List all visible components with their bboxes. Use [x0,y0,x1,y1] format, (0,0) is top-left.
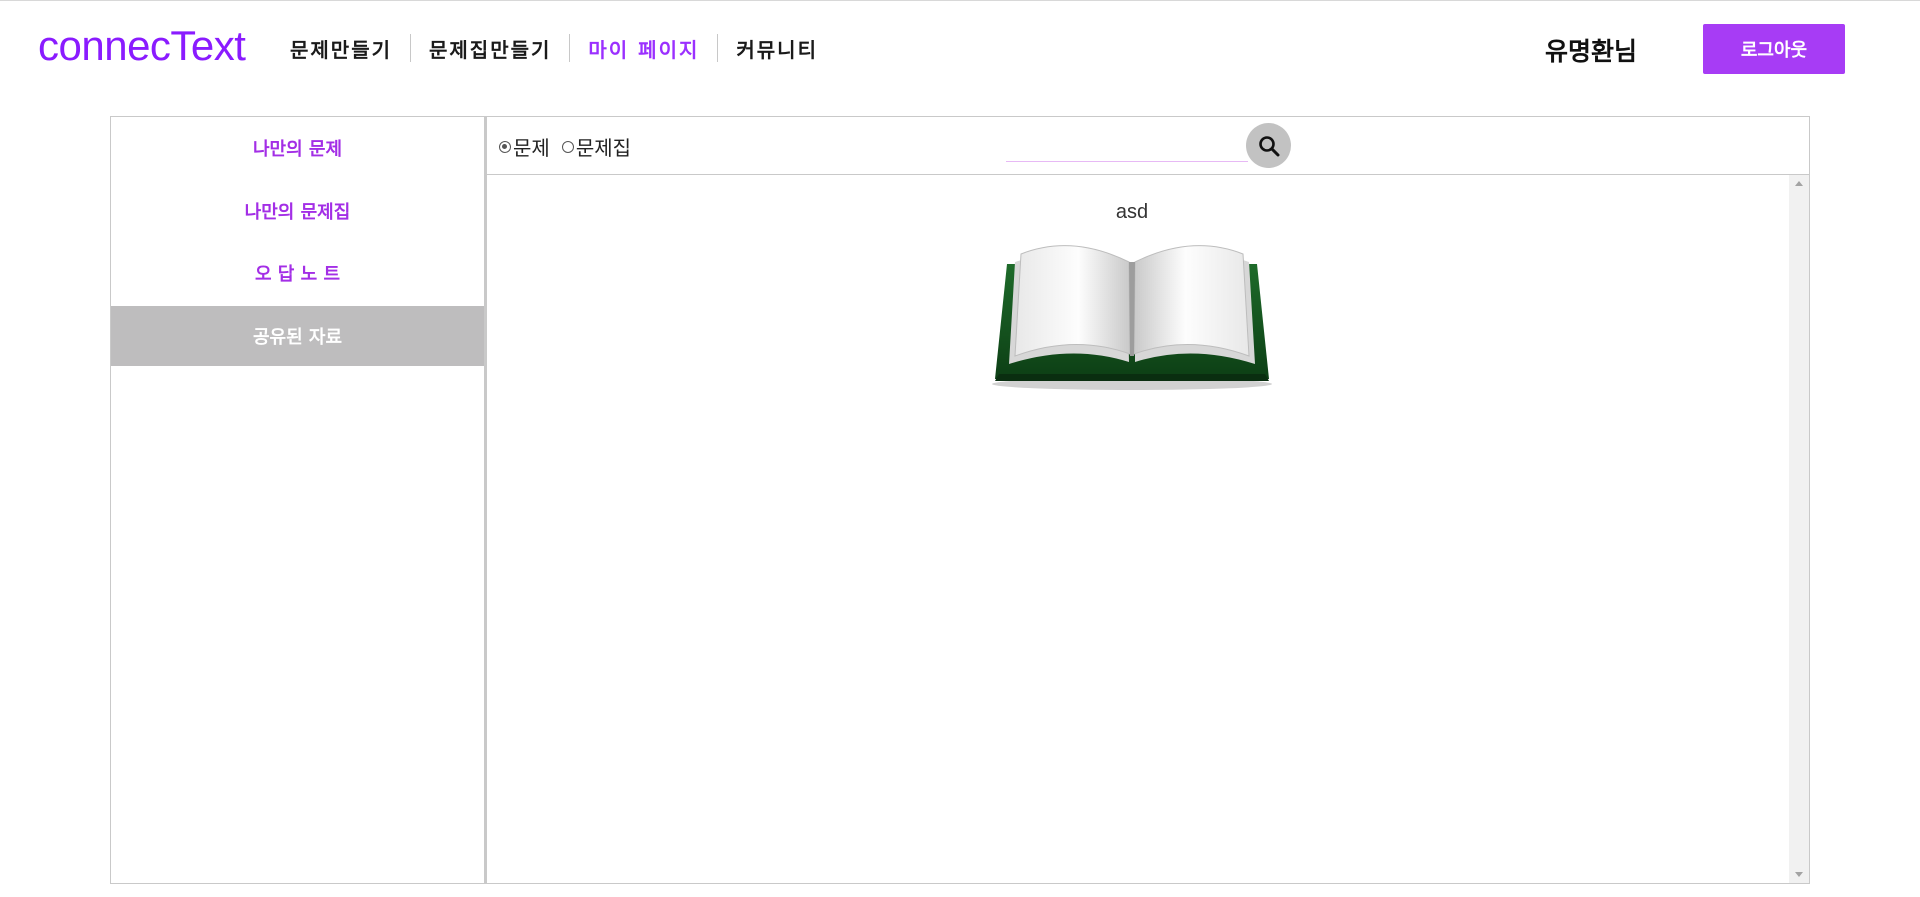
main-panel: 문제 문제집 asd [485,116,1810,884]
sidebar-item-wrong-answer-notes[interactable]: 오 답 노 트 [111,243,484,303]
shared-content-list: asd [487,175,1789,883]
vertical-scrollbar[interactable] [1789,175,1809,883]
radio-unchecked-icon[interactable] [561,140,574,153]
main-nav: 문제만들기 문제집만들기 마이 페이지 커뮤니티 [274,28,836,68]
type-radio-group: 문제 문제집 [499,132,643,161]
search-icon [1258,135,1279,156]
top-border [0,0,1920,1]
sidebar-item-shared-materials[interactable]: 공유된 자료 [111,306,484,366]
sidebar-item-my-questions[interactable]: 나만의 문제 [111,118,484,178]
sidebar-item-my-workbooks[interactable]: 나만의 문제집 [111,181,484,241]
radio-workbook-label: 문제집 [575,136,632,160]
nav-item-community[interactable]: 커뮤니티 [718,34,836,63]
search-button[interactable] [1246,123,1291,168]
logout-button[interactable]: 로그아웃 [1703,24,1845,74]
radio-question-label: 문제 [513,136,550,160]
sidebar: 나만의 문제 나만의 문제집 오 답 노 트 공유된 자료 [110,116,485,884]
filter-toolbar: 문제 문제집 [487,117,1809,175]
radio-checked-icon[interactable] [499,140,511,153]
radio-workbook[interactable]: 문제집 [561,132,632,161]
shared-item-card[interactable]: asd [987,175,1277,394]
open-book-icon [992,245,1272,390]
scroll-down-arrow-icon[interactable] [1795,872,1803,877]
nav-item-make-workbook[interactable]: 문제집만들기 [411,34,569,63]
radio-question[interactable]: 문제 [499,132,550,161]
nav-item-make-question[interactable]: 문제만들기 [274,34,410,63]
shared-item-title: asd [1115,201,1149,223]
page: connecText 문제만들기 문제집만들기 마이 페이지 커뮤니티 유명환님… [0,0,1920,897]
search-input[interactable] [1006,133,1248,162]
nav-item-my-page[interactable]: 마이 페이지 [570,34,717,63]
scroll-up-arrow-icon[interactable] [1795,181,1803,186]
logo[interactable]: connecText [38,22,246,70]
username-label: 유명환님 [1545,37,1638,66]
